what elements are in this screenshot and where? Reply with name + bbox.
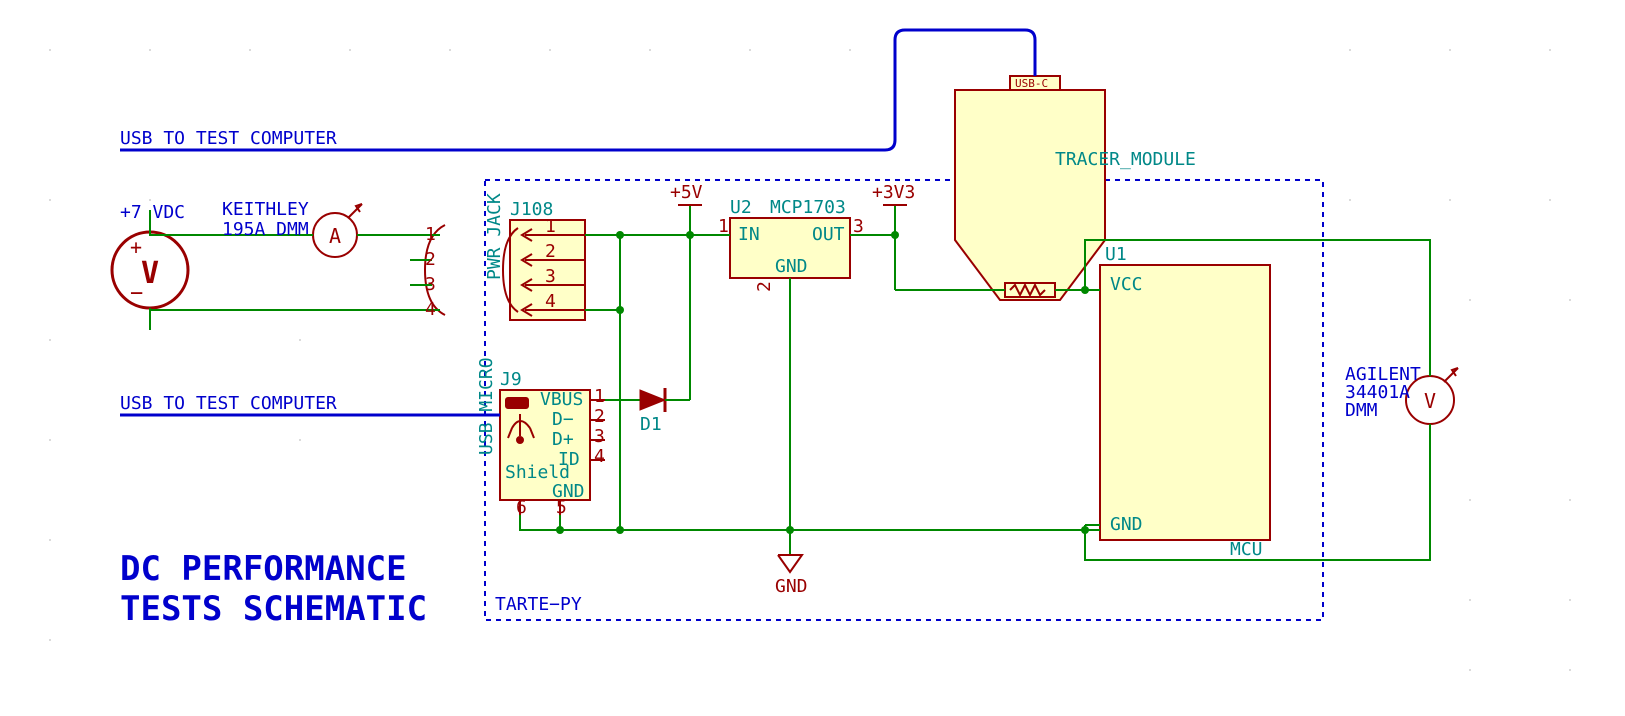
tracer-usb-label: USB-C xyxy=(1015,77,1048,90)
voltage-source-label: +7 VDC xyxy=(120,202,185,223)
plug-pin4: 4 xyxy=(425,299,436,320)
usb-note-bottom: USB TO TEST COMPUTER xyxy=(120,393,337,414)
j108-p2: 2 xyxy=(545,241,556,262)
u2-out: OUT xyxy=(812,224,845,245)
j9-n3: 3 xyxy=(594,426,605,447)
d1-ref: D1 xyxy=(640,414,662,435)
pwr-plug-left: 1 2 3 4 xyxy=(410,224,445,320)
j9-side: USB MICRO xyxy=(476,357,497,455)
voltage-source-glyph: V xyxy=(141,256,159,291)
ammeter-label-l2: 195A DMM xyxy=(222,219,309,240)
rail-3v3: +3V3 xyxy=(872,182,915,239)
diode-d1: D1 xyxy=(640,388,665,435)
u1-ref: U1 xyxy=(1105,244,1127,265)
ammeter: A KEITHLEY 195A DMM xyxy=(222,199,362,257)
j9-n1: 1 xyxy=(594,386,605,407)
j9-dm: D− xyxy=(552,409,574,430)
tracer-label: TRACER_MODULE xyxy=(1055,149,1196,170)
j108-p4: 4 xyxy=(545,291,556,312)
usb-micro-j9: J9 USB MICRO VBUS D− D+ ID 1 2 3 4 Shiel… xyxy=(476,357,605,518)
rail-3v3-label: +3V3 xyxy=(872,182,915,203)
ammeter-glyph: A xyxy=(329,224,341,248)
j9-vbus: VBUS xyxy=(540,389,583,410)
j108-p1: 1 xyxy=(545,216,556,237)
voltmeter-l3: DMM xyxy=(1345,400,1378,421)
title-line1: DC PERFORMANCE xyxy=(120,549,407,589)
plug-pin2: 2 xyxy=(425,249,436,270)
u2-pin-gnd: 2 xyxy=(754,281,775,292)
gnd-symbol: GND xyxy=(775,530,808,597)
u2-in: IN xyxy=(738,224,760,245)
regulator-u2: U2 MCP1703 IN OUT GND 1 3 2 xyxy=(718,197,864,292)
j9-n6: 6 xyxy=(516,497,527,518)
u2-part: MCP1703 xyxy=(770,197,846,218)
schematic-canvas: TARTE−PY DC PERFORMANCE TESTS SCHEMATIC … xyxy=(0,0,1625,716)
voltage-source-minus: − xyxy=(130,281,143,306)
title-line2: TESTS SCHEMATIC xyxy=(120,589,427,629)
rail-5v: +5V xyxy=(670,182,703,235)
j9-n4: 4 xyxy=(594,446,605,467)
j9-shield: Shield xyxy=(505,462,570,483)
u1-vcc: VCC xyxy=(1110,274,1143,295)
usb-note-top: USB TO TEST COMPUTER xyxy=(120,128,337,149)
j9-n5: 5 xyxy=(556,497,567,518)
j9-n2: 2 xyxy=(594,406,605,427)
u2-pin-in: 1 xyxy=(718,216,729,237)
board-name-label: TARTE−PY xyxy=(495,594,582,615)
rail-5v-label: +5V xyxy=(670,182,703,203)
j9-ref: J9 xyxy=(500,369,522,390)
voltmeter-glyph: V xyxy=(1424,389,1436,413)
j9-dp: D+ xyxy=(552,429,574,450)
mcu-u1: U1 VCC GND MCU xyxy=(1100,244,1270,560)
u1-foot: MCU xyxy=(1230,539,1263,560)
plug-pin3: 3 xyxy=(425,274,436,295)
u2-ref: U2 xyxy=(730,197,752,218)
plug-pin1: 1 xyxy=(425,224,436,245)
gnd-label: GND xyxy=(775,576,808,597)
ammeter-label-l1: KEITHLEY xyxy=(222,199,309,220)
voltmeter: V AGILENT 34401A DMM xyxy=(1345,364,1458,424)
u2-gnd: GND xyxy=(775,256,808,277)
j108-side: PWR JACK xyxy=(484,193,505,280)
u1-gnd: GND xyxy=(1110,514,1143,535)
pwr-jack-j108: J108 PWR JACK 1 2 3 4 xyxy=(484,193,585,320)
j108-p3: 3 xyxy=(545,266,556,287)
voltage-source-plus: + xyxy=(130,235,142,259)
u2-pin-out: 3 xyxy=(853,216,864,237)
